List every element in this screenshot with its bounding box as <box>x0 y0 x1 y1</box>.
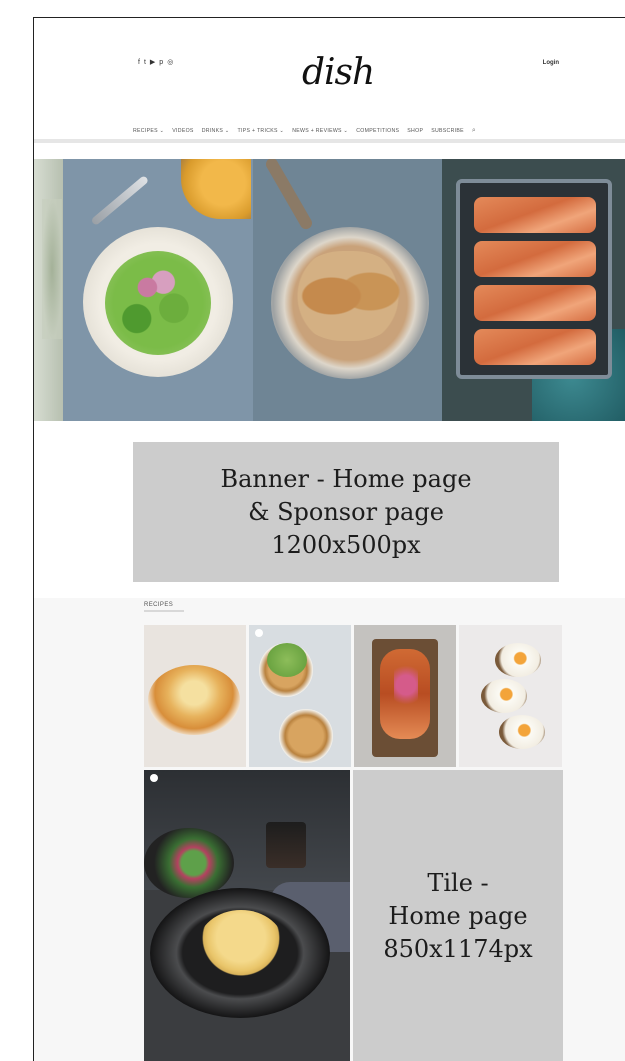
nav-item-videos[interactable]: VIDEOS <box>172 128 193 134</box>
nav-label: SUBSCRIBE <box>431 128 464 134</box>
tile-row: Tile - Home page 850x1174px <box>144 770 563 1061</box>
nav-label: NEWS + REVIEWS <box>292 128 342 134</box>
chevron-down-icon: ⌄ <box>159 128 165 134</box>
salad-bowl <box>144 828 234 898</box>
video-badge-icon <box>150 774 158 782</box>
twitter-icon[interactable]: t <box>144 59 146 66</box>
login-link[interactable]: Login <box>543 60 559 66</box>
pan-handle <box>263 159 315 232</box>
hero-carousel[interactable] <box>34 159 625 421</box>
banner-ad-placeholder: Banner - Home page & Sponsor page 1200x5… <box>133 442 559 582</box>
nav-item-competitions[interactable]: COMPETITIONS <box>356 128 399 134</box>
tile-label-line: Tile - <box>427 868 489 897</box>
pickled-onion <box>394 655 418 715</box>
hero-prev-slide[interactable] <box>34 159 63 421</box>
salmon-fillet <box>474 329 596 365</box>
recipe-grid <box>144 625 563 767</box>
nav-item-recipes[interactable]: RECIPES ⌄ <box>133 128 164 134</box>
page-frame: f t ▶ p ◎ dish Login RECIPES ⌄ VIDEOS DR… <box>33 17 625 1061</box>
main-nav: RECIPES ⌄ VIDEOS DRINKS ⌄ TIPS + TRICKS … <box>133 127 476 135</box>
salad <box>105 251 211 355</box>
recipe-tile-image[interactable] <box>144 770 350 1061</box>
social-links: f t ▶ p ◎ <box>138 59 173 66</box>
glass <box>266 822 306 868</box>
baking-tray <box>456 179 612 379</box>
salmon-fillet <box>474 285 596 321</box>
nav-divider <box>34 139 625 143</box>
salmon-fillet <box>474 197 596 233</box>
fritters-image <box>279 709 333 763</box>
chevron-down-icon: ⌄ <box>224 128 230 134</box>
pinterest-icon[interactable]: p <box>159 59 163 66</box>
nav-label: COMPETITIONS <box>356 128 400 134</box>
hero-image-salmon[interactable] <box>442 159 625 421</box>
potato-cake <box>198 910 284 980</box>
nav-item-tips-tricks[interactable]: TIPS + TRICKS ⌄ <box>238 128 285 134</box>
chevron-down-icon: ⌄ <box>343 128 349 134</box>
recipe-card[interactable] <box>354 625 456 767</box>
hero-image-chicken[interactable] <box>253 159 442 421</box>
nav-item-news-reviews[interactable]: NEWS + REVIEWS ⌄ <box>292 128 348 134</box>
search-icon[interactable]: ⌕ <box>472 127 476 135</box>
egg-image <box>495 643 541 677</box>
nav-item-drinks[interactable]: DRINKS ⌄ <box>202 128 230 134</box>
egg-image <box>499 715 545 749</box>
tile-label-line: 850x1174px <box>383 934 533 963</box>
nav-item-subscribe[interactable]: SUBSCRIBE <box>431 128 464 134</box>
facebook-icon[interactable]: f <box>138 59 140 66</box>
recipe-card[interactable] <box>144 625 246 767</box>
section-subheading <box>144 610 184 612</box>
recipe-card[interactable] <box>459 625 562 767</box>
egg-image <box>481 679 527 713</box>
banner-label-line: & Sponsor page <box>248 497 444 526</box>
nav-label: RECIPES <box>133 128 158 134</box>
tile-ad-placeholder: Tile - Home page 850x1174px <box>353 770 563 1061</box>
spoon <box>90 174 150 227</box>
banner-label-line: 1200x500px <box>271 530 421 559</box>
section-heading-recipes[interactable]: RECIPES <box>144 602 173 608</box>
tile-label-line: Home page <box>388 901 528 930</box>
chips-bowl <box>181 159 251 219</box>
chicken <box>293 251 403 341</box>
greens <box>267 643 307 677</box>
banner-label-line: Banner - Home page <box>220 464 472 493</box>
nav-label: SHOP <box>407 128 424 134</box>
nav-label: VIDEOS <box>172 128 194 134</box>
recipe-card[interactable] <box>249 625 351 767</box>
nav-item-shop[interactable]: SHOP <box>407 128 423 134</box>
site-logo[interactable]: dish <box>302 52 375 93</box>
hero-image-salad[interactable] <box>63 159 253 421</box>
nav-label: DRINKS <box>201 128 224 134</box>
salmon-fillet <box>474 241 596 277</box>
video-badge-icon <box>255 629 263 637</box>
chevron-down-icon: ⌄ <box>279 128 285 134</box>
pancakes-image <box>148 665 240 735</box>
youtube-icon[interactable]: ▶ <box>150 59 155 66</box>
nav-label: TIPS + TRICKS <box>237 128 278 134</box>
instagram-icon[interactable]: ◎ <box>167 59 173 66</box>
